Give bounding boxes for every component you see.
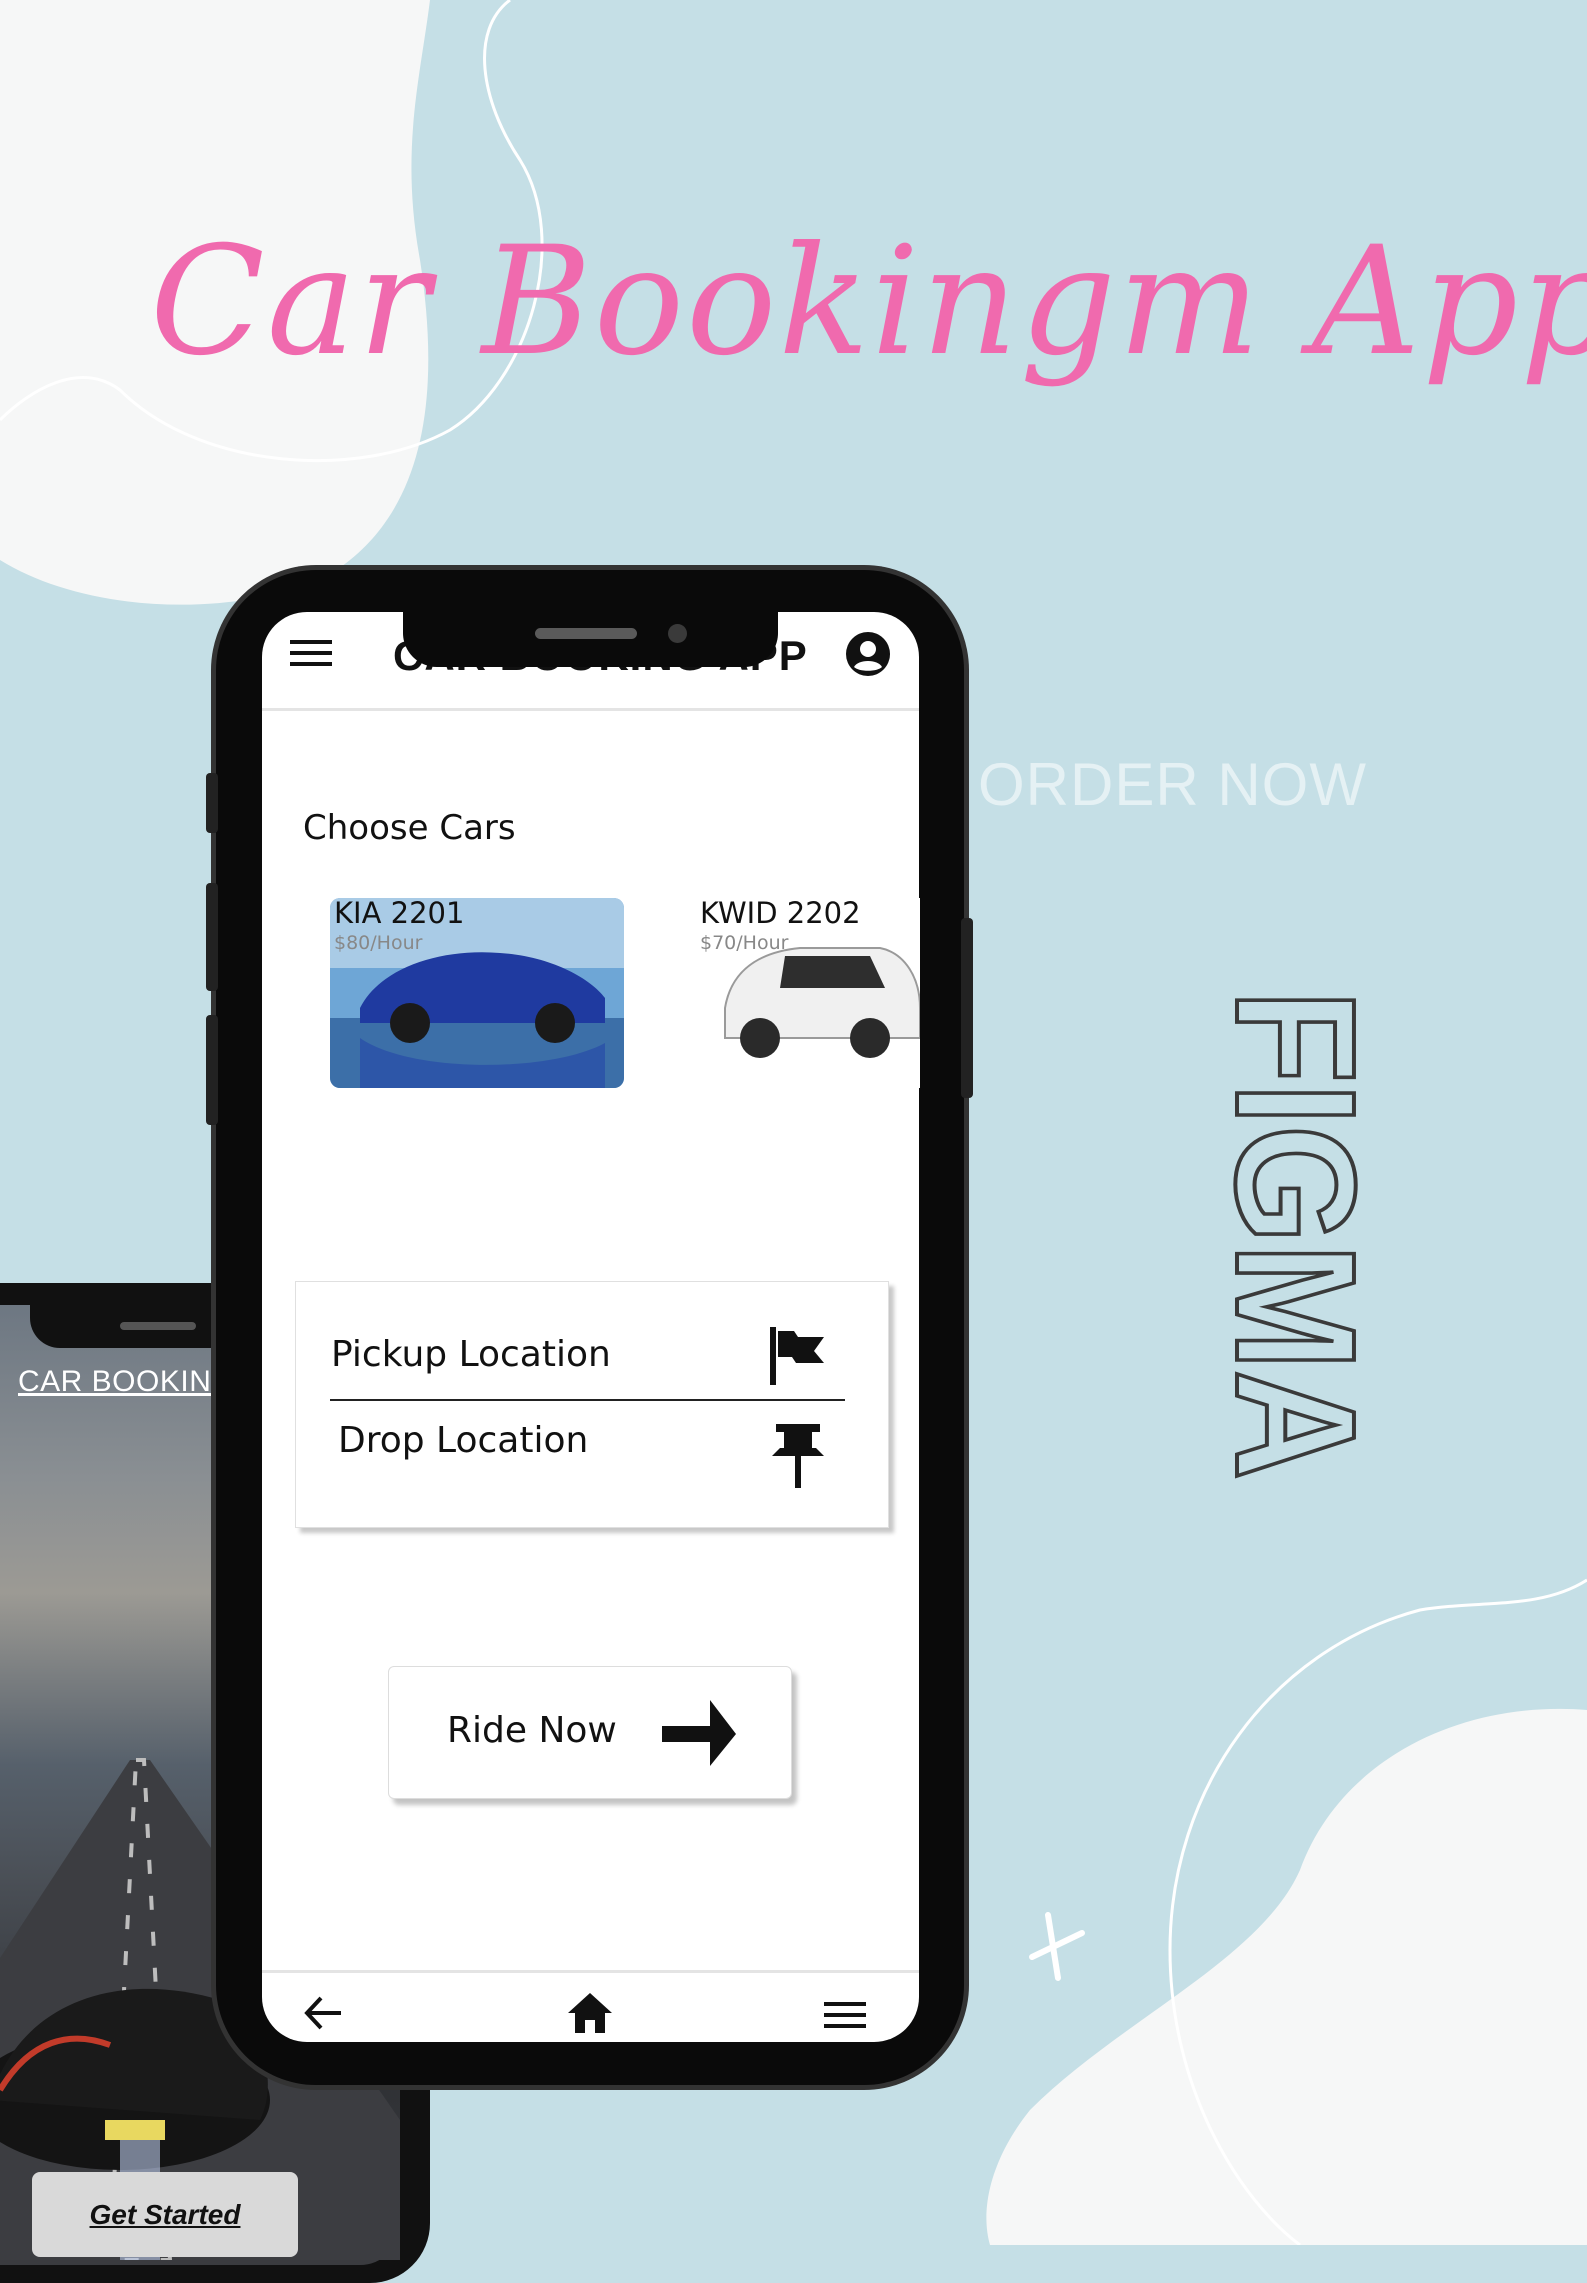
user-circle-icon[interactable] (844, 630, 892, 678)
location-panel (295, 1281, 889, 1528)
figma-vertical-label: FIGMA (1212, 990, 1382, 1480)
back-phone-speaker (120, 1322, 196, 1330)
phone-speaker (535, 628, 637, 639)
car-name: KWID 2202 (700, 896, 861, 930)
section-title: Choose Cars (303, 808, 516, 848)
order-now-label: ORDER NOW (978, 751, 1367, 818)
flag-icon[interactable] (764, 1325, 828, 1387)
car-price: $80/Hour (334, 932, 423, 954)
home-icon[interactable] (565, 1990, 615, 2036)
car-name: KIA 2201 (334, 896, 465, 930)
back-phone-notch (30, 1290, 240, 1348)
menu-icon[interactable] (288, 636, 334, 670)
get-started-button[interactable]: Get Started (32, 2172, 298, 2257)
car-price: $70/Hour (700, 932, 789, 954)
arrow-right-icon (662, 1700, 736, 1766)
phone-camera (668, 624, 687, 643)
back-arrow-icon[interactable] (301, 1990, 347, 2036)
location-divider (330, 1399, 845, 1401)
phone-notch (403, 612, 778, 667)
figma-text: FIGMA (1212, 990, 1382, 1480)
back-phone-title: CAR BOOKIN (18, 1365, 212, 1398)
volume-button (206, 773, 218, 833)
power-button (961, 918, 973, 1098)
volume-down-button (206, 1015, 218, 1125)
pin-icon[interactable] (766, 1420, 830, 1490)
volume-up-button (206, 883, 218, 991)
drop-location-field[interactable]: Drop Location (338, 1420, 588, 1461)
poster-title: Car Bookingm App (150, 215, 1587, 389)
pickup-location-field[interactable]: Pickup Location (331, 1334, 611, 1375)
ride-now-label: Ride Now (447, 1710, 617, 1751)
menu-icon[interactable] (822, 1998, 868, 2032)
